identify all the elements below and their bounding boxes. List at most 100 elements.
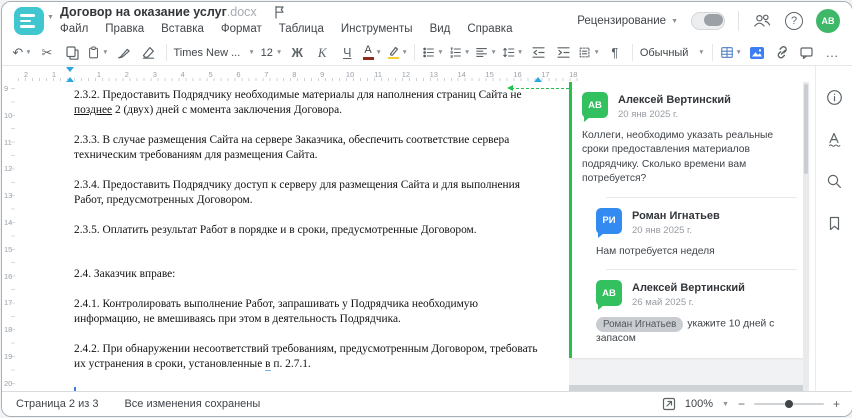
zoom-caret-icon[interactable]: ▼ xyxy=(722,401,729,408)
collaborators-icon[interactable] xyxy=(752,12,772,30)
comment-item[interactable]: АВ Алексей Вертинский 20 янв 2025 г. Коллег… xyxy=(582,92,797,187)
zoom-in-button[interactable]: + xyxy=(833,397,840,411)
menu-item-1[interactable]: Правка xyxy=(105,23,144,35)
ruler-number: 16 xyxy=(513,70,522,79)
bullet-list-button[interactable]: ▼ xyxy=(420,42,446,64)
search-icon[interactable] xyxy=(825,172,843,190)
ruler-number: 9 xyxy=(4,84,9,93)
comment-divider xyxy=(606,196,797,198)
review-dropdown[interactable]: Рецензирование ▼ xyxy=(577,15,678,27)
ruler-number: 9 xyxy=(320,70,325,79)
document-page[interactable]: 2.3.2. Предоставить Подрядчику необходим… xyxy=(18,82,569,392)
font-family-select[interactable]: Times New ... ▼ xyxy=(171,42,256,64)
vertical-ruler[interactable]: 9 10 11 12 13 14 15 16 17 18 19 20 xyxy=(2,82,18,392)
fit-page-icon[interactable] xyxy=(662,397,676,411)
comment-item[interactable]: АВ Алексей Вертинский 26 май 2025 г. Роман … xyxy=(596,280,797,346)
paste-button[interactable]: ▼ xyxy=(85,42,111,64)
paragraph: 2.3.2. Предоставить Подрядчику необходим… xyxy=(74,89,522,116)
favorite-flag-icon[interactable] xyxy=(273,5,286,19)
ruler-number: 1 xyxy=(96,70,102,79)
font-size-select[interactable]: 12 ▼ xyxy=(258,42,284,64)
spellcheck-icon[interactable] xyxy=(825,130,843,148)
align-button[interactable]: ▼ xyxy=(473,42,499,64)
cut-button[interactable]: ✂ xyxy=(35,42,59,64)
ruler-number: 13 xyxy=(429,70,438,79)
comment-item[interactable]: РИ Роман Игнатьев 20 янв 2025 г. Нам потреб… xyxy=(596,207,797,259)
insert-link-button[interactable] xyxy=(770,42,794,64)
comments-scrollbar[interactable] xyxy=(803,82,809,392)
menu-item-2[interactable]: Вставка xyxy=(161,23,204,35)
format-painter-button[interactable] xyxy=(112,42,136,64)
comment-anchor-line xyxy=(511,88,569,89)
ruler-number: 7 xyxy=(264,70,269,79)
italic-button[interactable]: К xyxy=(310,42,334,64)
menu-item-6[interactable]: Вид xyxy=(430,23,451,35)
ruler-number: 11 xyxy=(374,70,382,79)
toolbar: ↶ ▼ ✂ ▼ Times New ... ▼ 12 ▼ Ж К Ч А ▼ ▼ ▼ xyxy=(2,40,852,66)
document-text: 2.3.2. Предоставить Подрядчику необходим… xyxy=(74,88,540,392)
header: ▼ Договор на оказание услуг .docx Файл Пра… xyxy=(2,2,852,40)
app-window: ▼ Договор на оказание услуг .docx Файл Пра… xyxy=(1,1,852,417)
comment-text: Роман Игнатьев укажите 10 дней с запасом xyxy=(596,317,775,344)
ruler-number: 14 xyxy=(457,70,466,79)
ruler-number: 17 xyxy=(541,70,550,79)
paragraph: 2.4.2. При обнаружении несоответствий тр… xyxy=(74,343,538,371)
review-toggle[interactable] xyxy=(691,12,725,30)
font-color-button[interactable]: А ▼ xyxy=(360,42,384,64)
page-indicator[interactable]: Страница 2 из 3 xyxy=(16,398,98,410)
zoom-out-button[interactable]: − xyxy=(738,397,745,411)
menu-item-4[interactable]: Таблица xyxy=(279,23,324,35)
bold-button[interactable]: Ж xyxy=(285,42,309,64)
insert-comment-button[interactable] xyxy=(795,42,819,64)
about-info-icon[interactable] xyxy=(825,88,843,106)
ruler-number: 16 xyxy=(4,271,13,281)
decrease-indent-button[interactable] xyxy=(526,42,550,64)
ruler-number: 18 xyxy=(4,325,13,335)
insert-table-button[interactable]: ▼ xyxy=(718,42,744,64)
app-menu-caret-icon[interactable]: ▼ xyxy=(47,14,54,21)
ruler-number: 12 xyxy=(4,164,13,174)
zoom-slider-knob[interactable] xyxy=(784,400,793,408)
highlight-color-button[interactable]: ▼ xyxy=(385,42,409,64)
increase-indent-button[interactable] xyxy=(551,42,575,64)
numbered-list-button[interactable]: ▼ xyxy=(447,42,473,64)
menu-item-7[interactable]: Справка xyxy=(467,23,512,35)
menu-item-5[interactable]: Инструменты xyxy=(341,23,413,35)
comment-author: Роман Игнатьев xyxy=(632,209,720,222)
comment-avatar: АВ xyxy=(582,92,608,122)
line-spacing-button[interactable]: ▼ xyxy=(500,42,526,64)
more-tools-button[interactable]: … xyxy=(820,42,844,64)
ruler-number: 3 xyxy=(152,70,157,79)
user-avatar[interactable]: АВ xyxy=(816,9,840,33)
save-status: Все изменения сохранены xyxy=(124,398,261,410)
comment-thread-card[interactable]: АВ Алексей Вертинский 20 янв 2025 г. Коллег… xyxy=(569,82,809,359)
zoom-value[interactable]: 100% xyxy=(685,398,713,410)
clear-format-eraser-button[interactable] xyxy=(137,42,161,64)
underline-button[interactable]: Ч xyxy=(335,42,359,64)
formatting-marks-button[interactable]: ¶ xyxy=(603,42,627,64)
app-logo-icon[interactable] xyxy=(14,7,44,35)
document-extension: .docx xyxy=(226,5,257,19)
ruler-number: 1 xyxy=(51,70,57,79)
comment-date: 20 янв 2025 г. xyxy=(632,224,693,236)
comment-author: Алексей Вертинский xyxy=(618,94,731,106)
header-divider xyxy=(738,11,739,31)
undo-button[interactable]: ↶ ▼ xyxy=(10,42,34,64)
paragraph: 2.4.1. Контролировать выполнение Работ, … xyxy=(74,298,479,325)
ruler-number: 5 xyxy=(208,70,213,79)
comment-divider xyxy=(606,269,797,271)
status-bar: Страница 2 из 3 Все изменения сохранены … xyxy=(2,391,852,416)
insert-image-button[interactable] xyxy=(745,42,769,64)
menu-item-3[interactable]: Формат xyxy=(221,23,262,35)
menu-item-0[interactable]: Файл xyxy=(60,23,88,35)
zoom-slider[interactable] xyxy=(753,400,824,408)
first-line-indent-marker[interactable] xyxy=(66,67,74,72)
copy-button[interactable] xyxy=(60,42,84,64)
bookmark-icon[interactable] xyxy=(825,214,843,232)
paragraph-spacing-button[interactable]: ▼ xyxy=(576,42,602,64)
horizontal-ruler[interactable]: 2 1 1 2 3 4 5 6 7 8 9 10 11 12 13 14 15 16 17 18 xyxy=(18,66,580,82)
comments-panel: АВ Алексей Вертинский 20 янв 2025 г. Коллег… xyxy=(569,82,809,392)
help-icon[interactable]: ? xyxy=(785,12,803,30)
ruler-number: 11 xyxy=(4,137,12,147)
paragraph-style-select[interactable]: Обычный ▼ xyxy=(638,42,707,64)
